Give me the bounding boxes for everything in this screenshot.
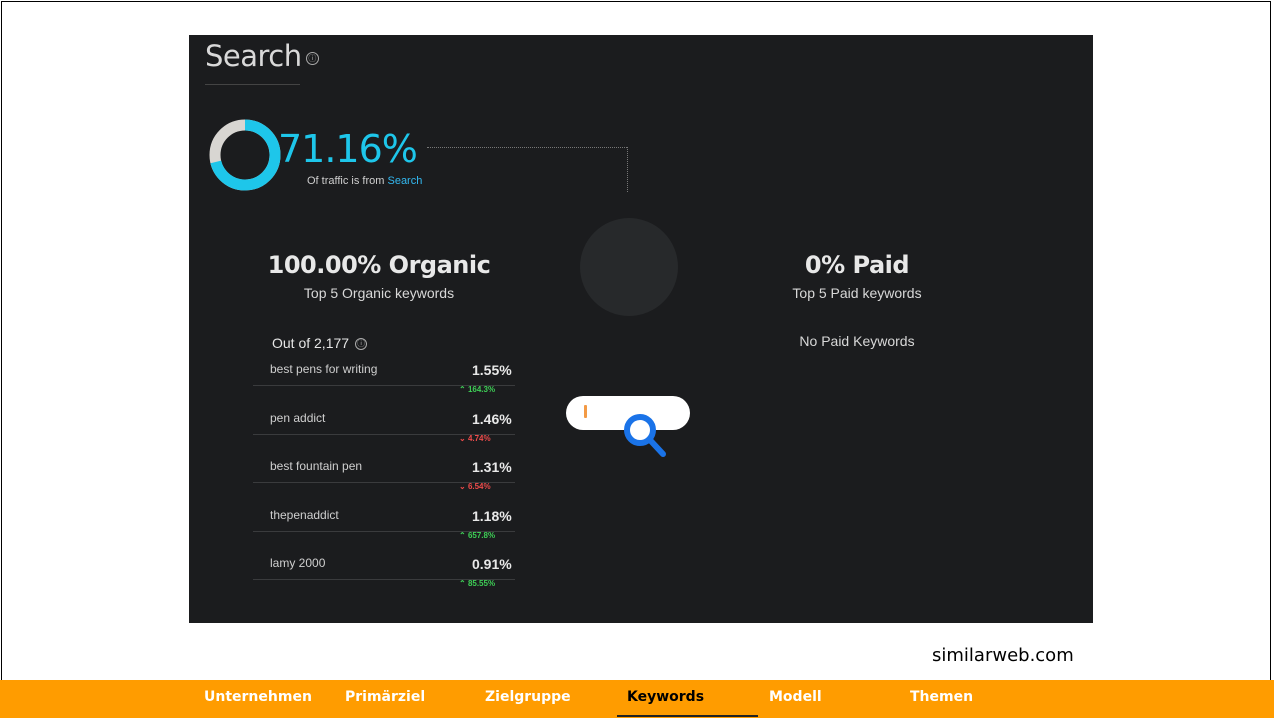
keyword-change: ⌄ 4.74%: [459, 434, 491, 443]
paid-heading: 0% Paid: [804, 251, 910, 279]
text-cursor: [584, 405, 587, 418]
organic-subheading: Top 5 Organic keywords: [303, 285, 455, 301]
keyword-name[interactable]: pen addict: [270, 411, 325, 425]
info-icon[interactable]: ⓘ: [305, 51, 319, 65]
traffic-caption: Of traffic is from Search: [307, 175, 422, 187]
keyword-row[interactable]: pen addict 1.46% ⌄ 4.74%: [253, 404, 515, 453]
split-circle: [580, 218, 678, 316]
nav-item-modell[interactable]: Modell: [769, 689, 822, 705]
traffic-source-link[interactable]: Search: [387, 175, 422, 187]
chevron-up-icon: ⌃: [459, 385, 466, 394]
chevron-down-icon: ⌄: [459, 482, 466, 491]
title-divider: [205, 84, 300, 85]
active-tab-indicator: [617, 715, 758, 717]
keyword-change-value: 6.54%: [467, 482, 491, 491]
keyword-name[interactable]: lamy 2000: [270, 556, 325, 570]
chevron-up-icon: ⌃: [459, 530, 466, 540]
nav-item-zielgruppe[interactable]: Zielgruppe: [485, 689, 571, 705]
organic-heading: 100.00% Organic: [267, 251, 491, 279]
keyword-row[interactable]: lamy 2000 0.91% ⌃ 85.55%: [253, 549, 515, 598]
nav-item-keywords[interactable]: Keywords: [627, 689, 704, 705]
connector-line-vertical: [627, 147, 628, 192]
keyword-share: 1.46%: [472, 410, 512, 427]
source-label: similarweb.com: [932, 645, 1074, 666]
connector-line: [427, 147, 627, 148]
keyword-row[interactable]: best fountain pen 1.31% ⌄ 6.54%: [253, 452, 515, 501]
keyword-total: Out of 2,177 ⓘ: [272, 335, 368, 351]
panel-title-text: Search: [205, 39, 302, 73]
bottom-nav: Unternehmen Primärziel Zielgruppe Keywor…: [0, 680, 1274, 718]
chevron-up-icon: ⌃: [459, 579, 466, 588]
keyword-change: ⌃ 85.55%: [459, 579, 495, 588]
nav-item-primaerziel[interactable]: Primärziel: [345, 689, 425, 705]
keyword-change-value: 657.8%: [467, 530, 496, 540]
donut-chart: [209, 119, 281, 191]
keyword-change: ⌃ 164.3%: [459, 385, 495, 394]
nav-item-unternehmen[interactable]: Unternehmen: [204, 689, 312, 705]
keyword-change: ⌄ 6.54%: [459, 482, 491, 491]
keyword-name[interactable]: best pens for writing: [270, 362, 377, 376]
keyword-total-text: Out of 2,177: [272, 335, 350, 351]
keyword-change-value: 164.3%: [467, 385, 496, 394]
traffic-percentage: 71.16%: [278, 127, 418, 171]
keyword-name[interactable]: best fountain pen: [270, 459, 362, 473]
no-paid-keywords: No Paid Keywords: [799, 333, 915, 349]
keyword-change-value: 4.74%: [467, 433, 491, 443]
panel-title: Search ⓘ: [205, 39, 319, 73]
keyword-name[interactable]: thepenaddict: [270, 508, 339, 522]
nav-item-themen[interactable]: Themen: [910, 689, 973, 705]
info-icon[interactable]: ⓘ: [355, 338, 368, 351]
keyword-change-value: 85.55%: [467, 579, 496, 588]
keyword-share: 1.31%: [472, 459, 512, 475]
search-panel: Search ⓘ 71.16% Of traffic is from Search…: [189, 35, 1093, 623]
keyword-change: ⌃ 657.8%: [459, 531, 495, 540]
magnifier-icon: [624, 414, 666, 457]
keyword-share: 0.91%: [472, 556, 512, 572]
chevron-down-icon: ⌄: [459, 433, 466, 443]
traffic-caption-prefix: Of traffic is from: [307, 175, 385, 187]
organic-keyword-list: best pens for writing 1.55% ⌃ 164.3% pen…: [253, 355, 515, 598]
keyword-row[interactable]: thepenaddict 1.18% ⌃ 657.8%: [253, 501, 515, 550]
keyword-share: 1.55%: [472, 362, 512, 378]
paid-subheading: Top 5 Paid keywords: [792, 285, 922, 301]
keyword-row[interactable]: best pens for writing 1.55% ⌃ 164.3%: [253, 355, 515, 404]
keyword-share: 1.18%: [472, 507, 512, 524]
